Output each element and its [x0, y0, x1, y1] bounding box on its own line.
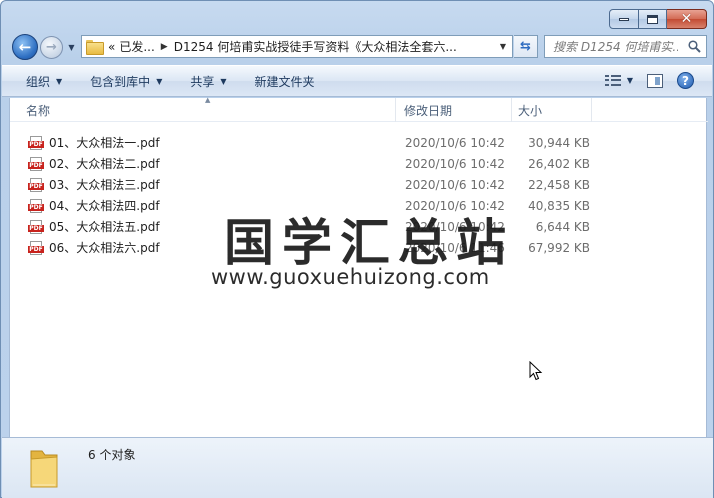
minimize-button[interactable] — [609, 9, 639, 29]
breadcrumb-overflow[interactable]: « — [108, 40, 115, 54]
toolbar-right: ▼ ? — [604, 72, 694, 89]
file-name: 01、大众相法一.pdf — [49, 136, 160, 150]
new-folder-label: 新建文件夹 — [254, 74, 315, 89]
file-row[interactable]: PDF 04、大众相法四.pdf 2020/10/6 10:42 40,835 K… — [10, 195, 708, 216]
include-in-library-button[interactable]: 包含到库中 ▼ — [80, 69, 172, 93]
pdf-file-icon: PDF — [28, 198, 44, 213]
refresh-icon: ⇆ — [520, 39, 531, 54]
column-size-label: 大小 — [518, 103, 543, 118]
file-name: 04、大众相法四.pdf — [49, 199, 160, 213]
file-date: 2020/10/6 10:42 — [405, 177, 505, 192]
file-size: 6,644 KB — [535, 219, 590, 234]
pdf-file-icon: PDF — [28, 135, 44, 150]
search-icon[interactable] — [688, 40, 701, 53]
file-date: 2020/10/6 10:42 — [405, 135, 505, 150]
recent-pages-button[interactable]: ▼ — [67, 42, 76, 52]
file-size: 26,402 KB — [528, 156, 590, 171]
file-row[interactable]: PDF 01、大众相法一.pdf 2020/10/6 10:42 30,944 K… — [10, 132, 708, 153]
address-dropdown-icon[interactable]: ▼ — [500, 42, 506, 51]
item-count: 6 个对象 — [88, 448, 136, 462]
close-button[interactable]: ✕ — [667, 9, 707, 29]
forward-arrow-icon: → — [46, 40, 57, 55]
file-name: 06、大众相法六.pdf — [49, 241, 160, 255]
chevron-down-icon: ▼ — [156, 76, 163, 86]
pdf-file-icon: PDF — [28, 240, 44, 255]
file-date: 2020/10/6 10:42 — [405, 198, 505, 213]
file-name-cell[interactable]: PDF 05、大众相法五.pdf — [28, 218, 160, 235]
back-button[interactable]: ← — [12, 34, 38, 60]
folder-icon — [86, 40, 104, 55]
breadcrumb-item[interactable]: 已发... — [119, 38, 154, 55]
maximize-icon — [647, 14, 658, 24]
file-list-pane: 名称 ▲ 修改日期 大小 PDF 01、大众相法一.pdf 2020/10/6 1… — [9, 96, 708, 437]
file-size: 40,835 KB — [528, 198, 590, 213]
view-details-icon[interactable] — [604, 74, 621, 87]
file-name-cell[interactable]: PDF 01、大众相法一.pdf — [28, 134, 160, 151]
refresh-button[interactable]: ⇆ — [514, 35, 538, 58]
file-row[interactable]: PDF 03、大众相法三.pdf 2020/10/6 10:42 22,458 K… — [10, 174, 708, 195]
file-date: 2020/10/6 11:46 — [405, 240, 505, 255]
pdf-file-icon: PDF — [28, 177, 44, 192]
column-size[interactable]: 大小 — [512, 98, 592, 122]
file-name: 05、大众相法五.pdf — [49, 220, 160, 234]
chevron-down-icon[interactable]: ▼ — [627, 76, 633, 85]
chevron-down-icon: ▼ — [56, 76, 63, 86]
mouse-cursor-icon — [529, 361, 543, 381]
column-header: 名称 ▲ 修改日期 大小 — [10, 96, 708, 122]
file-name-cell[interactable]: PDF 02、大众相法二.pdf — [28, 155, 160, 172]
organize-button[interactable]: 组织 ▼ — [16, 69, 72, 93]
details-pane: 6 个对象 — [2, 437, 713, 498]
column-name[interactable]: 名称 ▲ — [10, 96, 396, 122]
folder-icon — [30, 450, 58, 488]
explorer-window: ✕ ← → ▼ « 已发... ▶ D1254 何培甫实战授徒手写资料《大众相法… — [0, 0, 714, 498]
breadcrumb-separator-icon[interactable]: ▶ — [161, 42, 168, 52]
file-list: PDF 01、大众相法一.pdf 2020/10/6 10:42 30,944 K… — [10, 132, 708, 258]
new-folder-button[interactable]: 新建文件夹 — [245, 69, 325, 93]
chevron-down-icon: ▼ — [220, 76, 227, 86]
file-name-cell[interactable]: PDF 04、大众相法四.pdf — [28, 197, 160, 214]
chevron-down-icon: ▼ — [68, 42, 75, 52]
file-row[interactable]: PDF 02、大众相法二.pdf 2020/10/6 10:42 26,402 K… — [10, 153, 708, 174]
organize-label: 组织 — [26, 74, 51, 89]
file-row[interactable]: PDF 05、大众相法五.pdf 2020/10/6 10:42 6,644 KB — [10, 216, 708, 237]
sort-ascending-icon: ▲ — [205, 96, 211, 104]
address-bar[interactable]: « 已发... ▶ D1254 何培甫实战授徒手写资料《大众相法全套六... ▼ — [81, 35, 513, 58]
file-size: 30,944 KB — [528, 135, 590, 150]
close-icon: ✕ — [680, 11, 693, 27]
share-label: 共享 — [190, 74, 215, 89]
column-name-label: 名称 — [26, 103, 51, 118]
back-arrow-icon: ← — [18, 38, 32, 56]
minimize-icon — [619, 17, 629, 21]
file-name: 02、大众相法二.pdf — [49, 157, 160, 171]
command-bar: 组织 ▼ 包含到库中 ▼ 共享 ▼ 新建文件夹 ▼ ? — [2, 65, 712, 97]
caption-buttons: ✕ — [609, 9, 707, 29]
file-name: 03、大众相法三.pdf — [49, 178, 160, 192]
help-icon[interactable]: ? — [677, 72, 694, 89]
maximize-button[interactable] — [639, 9, 667, 29]
file-size: 22,458 KB — [528, 177, 590, 192]
breadcrumb-item[interactable]: D1254 何培甫实战授徒手写资料《大众相法全套六... — [174, 38, 457, 55]
file-name-cell[interactable]: PDF 03、大众相法三.pdf — [28, 176, 160, 193]
forward-button[interactable]: → — [40, 36, 63, 59]
share-button[interactable]: 共享 ▼ — [180, 69, 236, 93]
pdf-file-icon: PDF — [28, 219, 44, 234]
column-date[interactable]: 修改日期 — [396, 98, 512, 122]
file-row[interactable]: PDF 06、大众相法六.pdf 2020/10/6 11:46 67,992 K… — [10, 237, 708, 258]
search-input[interactable]: 搜索 D1254 何培甫实... — [544, 35, 707, 58]
pdf-file-icon: PDF — [28, 156, 44, 171]
include-in-library-label: 包含到库中 — [90, 74, 151, 89]
search-placeholder: 搜索 D1254 何培甫实... — [553, 40, 678, 54]
file-date: 2020/10/6 10:42 — [405, 219, 505, 234]
column-date-label: 修改日期 — [404, 103, 453, 118]
file-name-cell[interactable]: PDF 06、大众相法六.pdf — [28, 239, 160, 256]
file-size: 67,992 KB — [528, 240, 590, 255]
preview-pane-icon[interactable] — [647, 73, 663, 88]
file-date: 2020/10/6 10:42 — [405, 156, 505, 171]
